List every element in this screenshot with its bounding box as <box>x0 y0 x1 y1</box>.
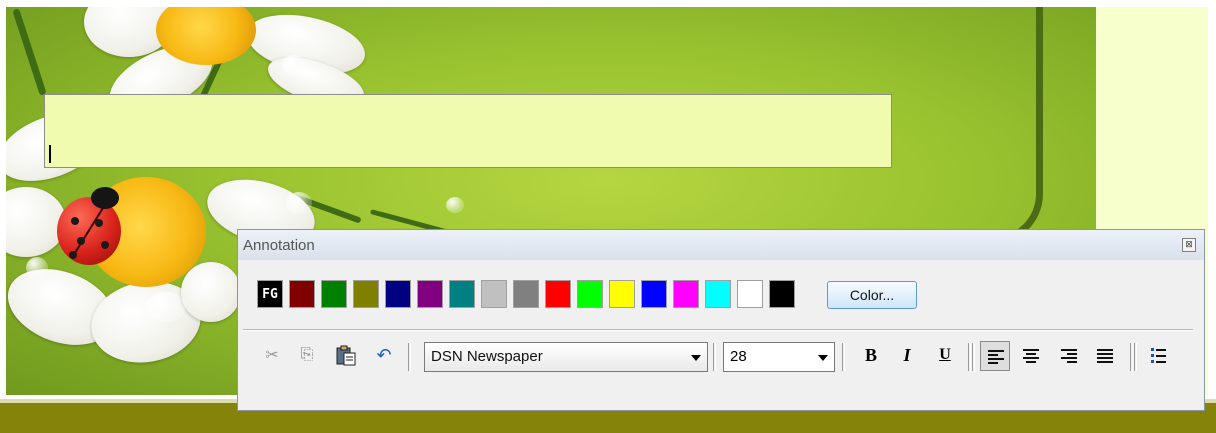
font-name-select[interactable]: DSN Newspaper <box>424 342 708 372</box>
color-swatch-row: FG <box>257 280 801 308</box>
annotation-text-box[interactable] <box>44 94 892 168</box>
color-swatch[interactable] <box>737 280 763 308</box>
ladybug-head <box>91 187 119 209</box>
ladybug-spot <box>95 219 103 227</box>
ladybug-spot <box>71 217 79 225</box>
color-swatch[interactable] <box>449 280 475 308</box>
color-swatch[interactable] <box>641 280 667 308</box>
ladybug <box>57 187 121 265</box>
panel-title-bar[interactable]: Annotation ⊠ <box>238 230 1204 260</box>
toolbar-divider <box>968 343 971 371</box>
toolbar-divider <box>713 343 716 371</box>
foreground-color-swatch[interactable]: FG <box>257 280 283 308</box>
flower-petal <box>181 262 241 322</box>
color-swatch[interactable] <box>545 280 571 308</box>
color-swatch[interactable] <box>769 280 795 308</box>
bold-button[interactable]: B <box>860 343 882 367</box>
chevron-down-icon[interactable] <box>691 355 701 361</box>
color-swatch[interactable] <box>353 280 379 308</box>
undo-icon[interactable]: ↶ <box>373 343 395 367</box>
color-swatch[interactable] <box>289 280 315 308</box>
toolbar-divider <box>408 343 411 371</box>
flower-stem <box>12 8 47 96</box>
ladybug-spot <box>69 251 77 259</box>
toolbar-separator <box>243 329 1193 331</box>
water-drop <box>446 197 464 213</box>
font-name-value: DSN Newspaper <box>431 348 543 365</box>
align-center-icon[interactable] <box>1016 341 1046 371</box>
toolbar-divider <box>1130 343 1133 371</box>
color-swatch[interactable] <box>705 280 731 308</box>
color-swatch[interactable] <box>385 280 411 308</box>
water-drop <box>26 257 48 279</box>
panel-title: Annotation <box>243 237 315 254</box>
color-swatch[interactable] <box>673 280 699 308</box>
color-swatch[interactable] <box>417 280 443 308</box>
font-size-value: 28 <box>730 348 747 365</box>
color-swatch[interactable] <box>321 280 347 308</box>
ladybug-wing-line <box>71 206 105 258</box>
water-drop <box>286 192 312 214</box>
scissors-icon[interactable]: ✂ <box>261 343 283 367</box>
toolbar-divider <box>842 343 845 371</box>
ladybug-spot <box>77 237 85 245</box>
align-right-icon[interactable] <box>1054 341 1084 371</box>
annotation-panel: Annotation ⊠ FG Color... ✂ ⎘ ↶ DSN Newsp… <box>237 229 1205 411</box>
color-swatch[interactable] <box>481 280 507 308</box>
text-caret <box>49 145 51 163</box>
font-size-select[interactable]: 28 <box>723 342 835 372</box>
water-drop <box>282 55 306 75</box>
color-swatch[interactable] <box>513 280 539 308</box>
align-left-icon[interactable] <box>980 341 1010 371</box>
toolbar-divider <box>1134 343 1137 371</box>
underline-button[interactable]: U <box>934 343 956 367</box>
align-justify-icon[interactable] <box>1090 341 1120 371</box>
toolbar-divider <box>972 343 975 371</box>
bullet-list-icon[interactable] <box>1144 341 1174 371</box>
color-picker-button[interactable]: Color... <box>827 281 917 309</box>
italic-button[interactable]: I <box>896 343 918 367</box>
close-icon[interactable]: ⊠ <box>1182 238 1196 252</box>
color-swatch[interactable] <box>577 280 603 308</box>
water-drop <box>146 292 186 322</box>
paste-icon[interactable] <box>335 343 357 367</box>
chevron-down-icon[interactable] <box>818 355 828 361</box>
ladybug-spot <box>101 241 109 249</box>
copy-icon[interactable]: ⎘ <box>296 343 318 367</box>
color-swatch[interactable] <box>609 280 635 308</box>
